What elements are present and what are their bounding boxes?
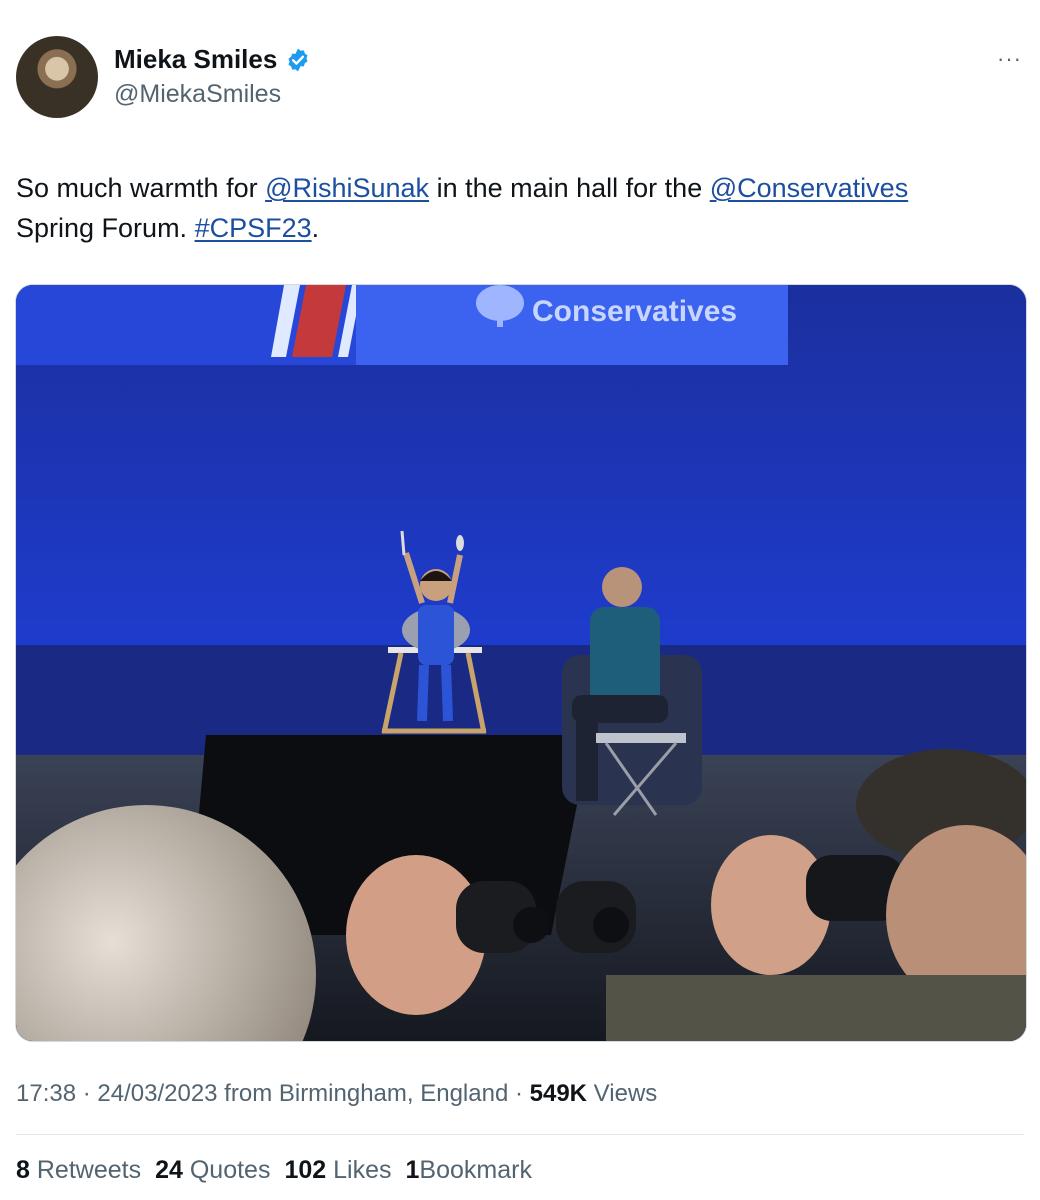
separator: · [76, 1080, 98, 1107]
tweet-location: from Birmingham, England [217, 1080, 509, 1107]
hashtag-cpsf23[interactable]: #CPSF23 [195, 213, 312, 243]
tweet-text: So much warmth for @RishiSunak in the ma… [16, 168, 1016, 248]
author-handle[interactable]: @MiekaSmiles [114, 80, 281, 109]
likes-count: 102 [284, 1156, 327, 1184]
quotes-count: 24 [155, 1156, 183, 1184]
separator: · [508, 1080, 530, 1107]
retweets-stat[interactable]: 8 Retweets [16, 1156, 141, 1185]
bookmarks-label: Bookmark [419, 1156, 532, 1184]
bookmarks-stat[interactable]: 1Bookmark [406, 1156, 532, 1185]
banner-text: Conservatives [532, 295, 737, 328]
views-label: Views [587, 1080, 658, 1107]
quotes-stat[interactable]: 24 Quotes [155, 1156, 270, 1185]
tweet-text-segment: So much warmth for [16, 173, 266, 203]
tweet-photo[interactable]: Conservatives [15, 284, 1027, 1042]
likes-label: Likes [333, 1156, 392, 1184]
retweets-label: Retweets [36, 1156, 142, 1184]
tweet-time[interactable]: 17:38 [16, 1080, 76, 1107]
engagement-stats: 8 Retweets 24 Quotes 102 Likes 1Bookmark [16, 1156, 532, 1185]
tweet-text-segment: . [311, 213, 320, 243]
bookmarks-count: 1 [405, 1156, 420, 1184]
quotes-label: Quotes [189, 1156, 271, 1184]
divider [16, 1134, 1024, 1135]
tweet-text-segment: in the main hall for the [429, 173, 710, 203]
mention-rishisunak[interactable]: @RishiSunak [265, 173, 429, 203]
avatar[interactable] [16, 36, 98, 118]
tweet-date[interactable]: 24/03/2023 [97, 1080, 217, 1107]
author-name-row: Mieka Smiles [114, 44, 311, 75]
retweets-count: 8 [16, 1156, 30, 1184]
stage-photo-illustration: Conservatives [16, 285, 1026, 1041]
verified-badge-icon [288, 48, 308, 71]
display-name[interactable]: Mieka Smiles [114, 44, 277, 75]
views-count: 549K [529, 1080, 588, 1107]
more-options-icon[interactable]: ··· [997, 46, 1022, 72]
likes-stat[interactable]: 102 Likes [284, 1156, 391, 1185]
tweet-metadata: 17:38 · 24/03/2023 from Birmingham, Engl… [16, 1080, 657, 1108]
mention-conservatives[interactable]: @Conservatives [710, 173, 908, 203]
tweet-text-segment: Spring Forum. [16, 213, 195, 243]
